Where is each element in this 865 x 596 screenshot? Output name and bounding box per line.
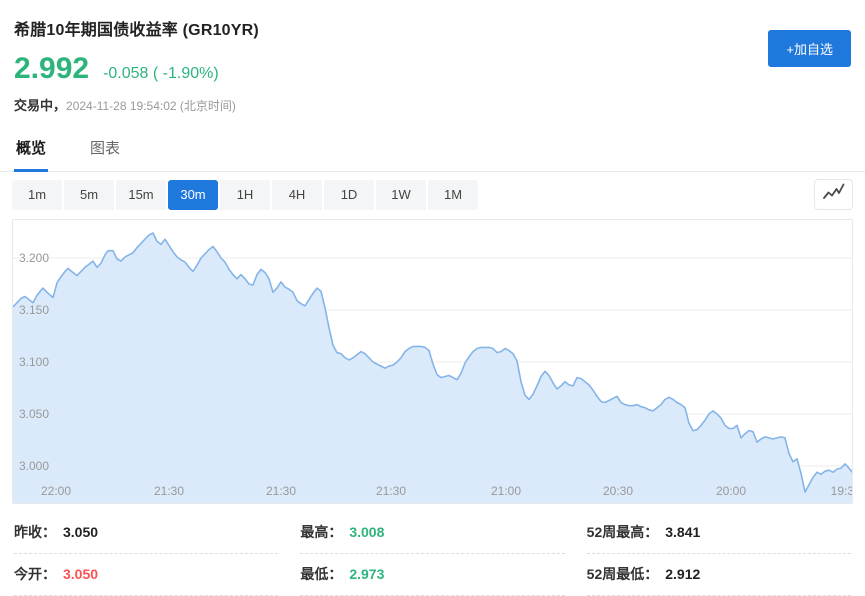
page-title: 希腊10年期国债收益率 (GR10YR) [14, 16, 851, 40]
yield-chart-svg: 3.200 3.150 3.100 3.050 3.000 22:00 21:30 21:30… [13, 220, 853, 504]
y-axis-label: 3.000 [19, 459, 49, 473]
price-row: 2.992 -0.058 ( -1.90%) [14, 52, 851, 86]
stat-label: 最高： [300, 522, 342, 542]
stat-label: 昨收： [14, 522, 56, 542]
stat-low: 最低： 2.973 [300, 554, 564, 596]
y-axis-label: 3.200 [19, 251, 49, 265]
price-change: -0.058 ( -1.90%) [103, 65, 219, 83]
stat-value: 3.050 [63, 524, 98, 540]
stat-value: 2.973 [349, 566, 384, 582]
range-button-4H[interactable]: 4H [272, 180, 322, 210]
stat-value: 3.050 [63, 566, 98, 582]
time-range-group: 1m5m15m30m1H4H1D1W1M [12, 180, 478, 210]
x-axis-label: 21:00 [491, 484, 521, 498]
x-axis-label: 21:30 [376, 484, 406, 498]
y-axis-label: 3.100 [19, 355, 49, 369]
stat-label: 52周最高： [587, 522, 659, 542]
tab-bar: 概览 图表 [0, 137, 865, 172]
status-row: 交易中，2024-11-28 19:54:02 (北京时间) [14, 95, 851, 114]
add-watchlist-button[interactable]: +加自选 [768, 30, 851, 67]
stat-prev-close: 昨收： 3.050 [14, 512, 278, 554]
y-axis-label: 3.050 [19, 407, 49, 421]
stat-high: 最高： 3.008 [300, 512, 564, 554]
quote-header: 希腊10年期国债收益率 (GR10YR) 2.992 -0.058 ( -1.9… [0, 0, 865, 114]
range-button-1M[interactable]: 1M [428, 180, 478, 210]
stat-value: 2.912 [665, 566, 700, 582]
stat-open: 今开： 3.050 [14, 554, 278, 596]
range-button-1m[interactable]: 1m [12, 180, 62, 210]
range-button-1W[interactable]: 1W [376, 180, 426, 210]
x-axis-label: 19:3 [831, 484, 853, 498]
quote-page: 希腊10年期国债收益率 (GR10YR) 2.992 -0.058 ( -1.9… [0, 0, 865, 588]
range-button-30m[interactable]: 30m [168, 180, 218, 210]
stat-value: 3.841 [665, 524, 700, 540]
x-axis-label: 21:30 [154, 484, 184, 498]
status-time: 2024-11-28 19:54:02 (北京时间) [66, 99, 236, 113]
range-button-5m[interactable]: 5m [64, 180, 114, 210]
stat-52w-low: 52周最低： 2.912 [587, 554, 851, 596]
stat-label: 最低： [300, 564, 342, 584]
yield-area [13, 233, 853, 504]
range-button-1H[interactable]: 1H [220, 180, 270, 210]
y-axis-label: 3.150 [19, 303, 49, 317]
stat-value: 3.008 [349, 524, 384, 540]
stat-label: 52周最低： [587, 564, 659, 584]
yield-chart[interactable]: 3.200 3.150 3.100 3.050 3.000 22:00 21:30 21:30… [12, 219, 853, 504]
stat-52w-high: 52周最高： 3.841 [587, 512, 851, 554]
line-chart-icon [822, 182, 845, 207]
range-button-15m[interactable]: 15m [116, 180, 166, 210]
x-axis-label: 20:30 [603, 484, 633, 498]
x-axis-label: 21:30 [266, 484, 296, 498]
chart-type-button[interactable] [814, 179, 853, 210]
stat-label: 今开： [14, 564, 56, 584]
range-button-1D[interactable]: 1D [324, 180, 374, 210]
x-axis-label: 22:00 [41, 484, 71, 498]
x-axis-label: 20:00 [716, 484, 746, 498]
chart-toolbar: 1m5m15m30m1H4H1D1W1M [12, 179, 853, 210]
tab-overview[interactable]: 概览 [14, 137, 48, 172]
current-price: 2.992 [14, 52, 89, 86]
trading-status: 交易中， [14, 98, 66, 113]
stats-grid: 昨收： 3.050 最高： 3.008 52周最高： 3.841 今开： 3.050 最低： 2.… [0, 512, 865, 596]
tab-chart[interactable]: 图表 [88, 137, 122, 172]
